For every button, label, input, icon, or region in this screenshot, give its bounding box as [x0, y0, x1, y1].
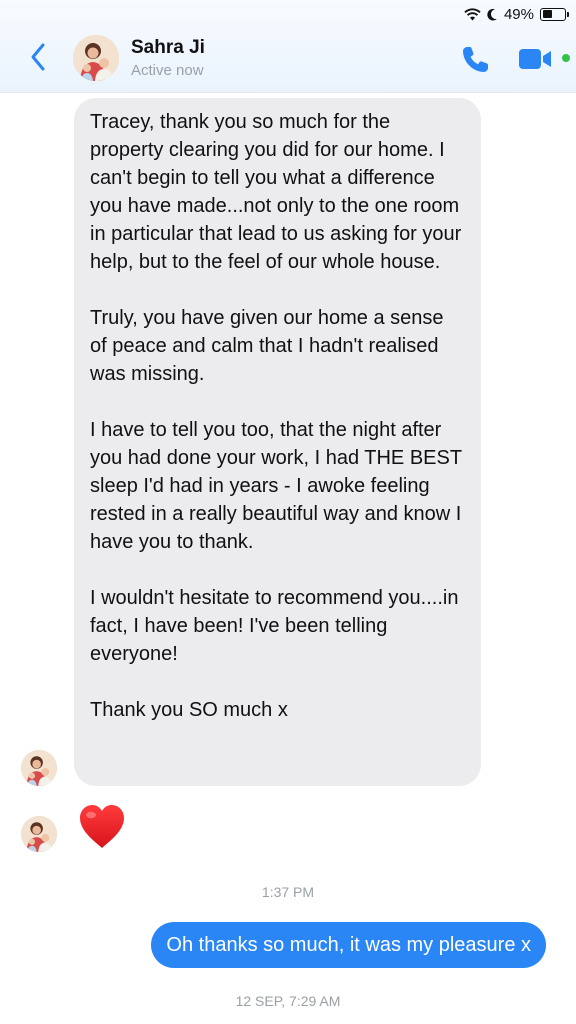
video-call-button[interactable]: [518, 46, 554, 72]
battery-percent: 49%: [503, 5, 534, 23]
message-paragraph: Tracey, thank you so much for the proper…: [90, 111, 462, 273]
red-heart-icon: [80, 805, 124, 848]
message-paragraph: Thank you SO much x: [90, 699, 288, 721]
avatar-photo-icon: [21, 750, 57, 786]
voice-call-button[interactable]: [459, 44, 491, 76]
chat-header: 49% Sahra Ji Active now: [0, 0, 576, 93]
incoming-message-bubble[interactable]: Tracey, thank you so much for the proper…: [74, 98, 481, 786]
message-paragraph: I wouldn't hesitate to recommend you....…: [90, 587, 459, 665]
back-button[interactable]: [26, 40, 50, 74]
avatar-photo-icon: [73, 35, 119, 81]
contact-status: Active now: [131, 62, 204, 79]
video-camera-icon: [519, 49, 551, 69]
message-timestamp: 12 SEP, 7:29 AM: [235, 993, 341, 1009]
outgoing-message-bubble[interactable]: Oh thanks so much, it was my pleasure x: [151, 922, 546, 968]
battery-icon: [540, 7, 569, 21]
sender-avatar[interactable]: [21, 750, 57, 786]
moon-icon: [487, 8, 498, 21]
sender-avatar[interactable]: [21, 816, 57, 852]
wifi-icon: [464, 7, 481, 21]
message-timestamp: 1:37 PM: [261, 884, 315, 900]
avatar-photo-icon: [21, 816, 57, 852]
message-paragraph: I have to tell you too, that the night a…: [90, 419, 462, 553]
status-bar: 49%: [464, 3, 569, 25]
contact-name[interactable]: Sahra Ji: [131, 37, 205, 59]
heart-reaction-message[interactable]: [77, 803, 127, 851]
message-paragraph: Truly, you have given our home a sense o…: [90, 307, 444, 385]
phone-icon: [463, 47, 488, 72]
active-status-dot: [562, 54, 570, 62]
battery-level: [542, 10, 553, 18]
contact-avatar[interactable]: [73, 35, 119, 81]
chevron-left-icon: [31, 43, 45, 71]
